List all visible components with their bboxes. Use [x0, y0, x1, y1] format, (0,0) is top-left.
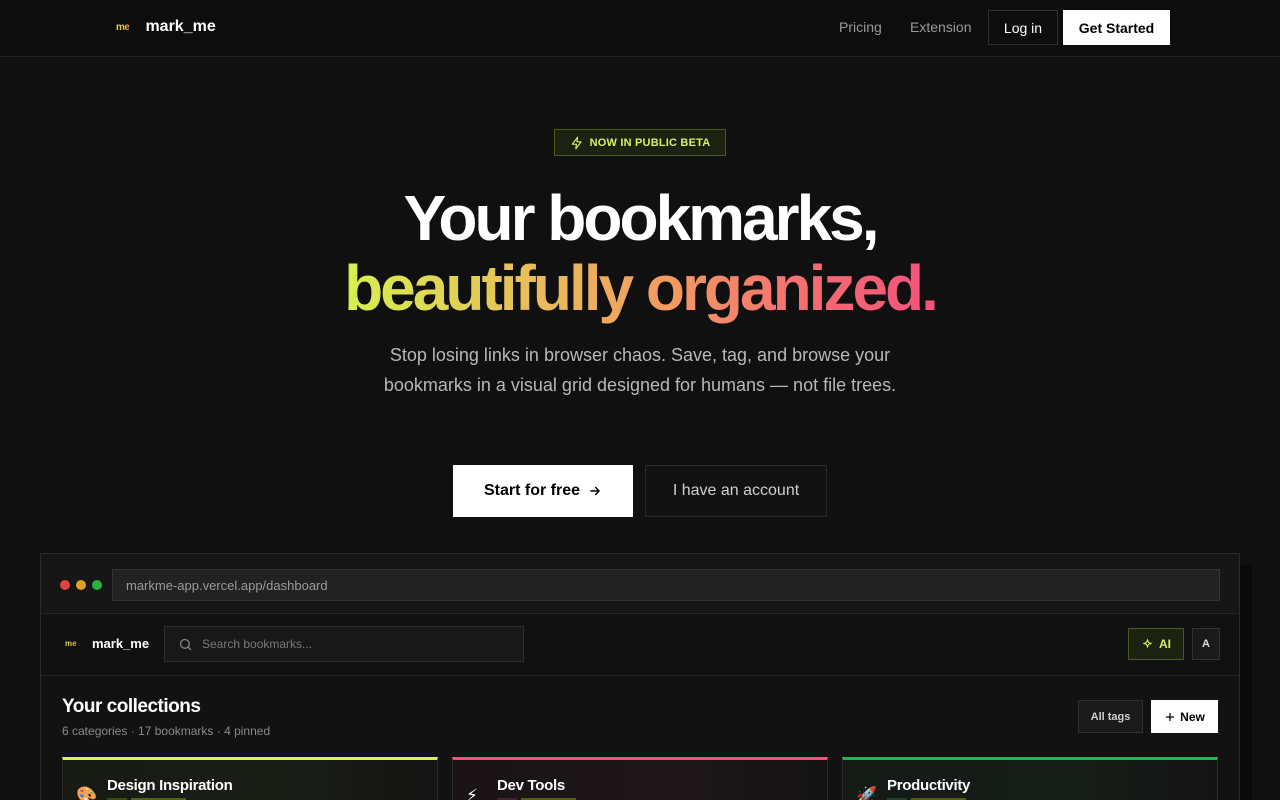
- all-tags-button[interactable]: All tags: [1078, 700, 1143, 733]
- hero-title-line2: beautifully organized.: [0, 252, 1280, 324]
- hero-title-line1: Your bookmarks,: [403, 182, 879, 254]
- search-input[interactable]: Search bookmarks...: [164, 626, 524, 662]
- collections-meta: 6 categories · 17 bookmarks · 4 pinned: [62, 724, 271, 738]
- browser-chrome-bar: markme-app.vercel.app/dashboard: [41, 554, 1239, 614]
- ai-button-label: AI: [1159, 637, 1171, 651]
- collection-card[interactable]: 🚀 Productivity: [842, 757, 1218, 800]
- palette-icon: 🎨: [76, 786, 98, 800]
- lightning-icon: [571, 136, 582, 149]
- plus-icon: [1166, 712, 1175, 721]
- beta-badge-label: NOW IN PUBLIC BETA: [589, 136, 711, 149]
- get-started-button[interactable]: Get Started: [1063, 10, 1170, 45]
- collection-card-name: Design Inspiration: [107, 777, 233, 794]
- avatar[interactable]: A: [1192, 628, 1220, 660]
- lightning-icon: ⚡: [466, 786, 478, 800]
- start-for-free-button[interactable]: Start for free: [453, 465, 633, 517]
- rocket-icon: 🚀: [856, 786, 878, 800]
- collections-title: Your collections: [62, 696, 201, 717]
- ai-button[interactable]: AI: [1128, 628, 1184, 660]
- search-placeholder: Search bookmarks...: [202, 637, 313, 651]
- logo-mark: me: [116, 21, 130, 33]
- preview-shadow: [1238, 565, 1252, 800]
- hero-subtitle: Stop losing links in browser chaos. Save…: [383, 345, 897, 395]
- have-account-button[interactable]: I have an account: [645, 465, 827, 517]
- sparkle-icon: [1143, 638, 1152, 648]
- logo-text: mark_me: [145, 18, 216, 35]
- collection-card-name: Productivity: [887, 777, 971, 794]
- app-header: me mark_me Search bookmarks... AI A: [41, 614, 1239, 676]
- url-bar: markme-app.vercel.app/dashboard: [112, 569, 1220, 601]
- new-button-label: New: [1180, 709, 1205, 724]
- arrow-right-icon: [590, 486, 600, 496]
- brand-logo[interactable]: me mark_me: [116, 18, 216, 36]
- nav-link-extension[interactable]: Extension: [910, 19, 971, 35]
- login-button[interactable]: Log in: [988, 10, 1058, 45]
- nav-link-pricing[interactable]: Pricing: [839, 19, 882, 35]
- start-for-free-label: Start for free: [483, 482, 581, 499]
- collection-card[interactable]: 🎨 Design Inspiration: [62, 757, 438, 800]
- app-logo-mark: me: [65, 639, 77, 648]
- app-preview-window: markme-app.vercel.app/dashboard me mark_…: [40, 553, 1240, 800]
- new-collection-button[interactable]: New: [1151, 700, 1218, 733]
- hero-title-gradient-text: beautifully organized.: [344, 252, 939, 324]
- window-close-dot: [60, 580, 70, 590]
- collection-card[interactable]: ⚡ Dev Tools: [452, 757, 828, 800]
- collection-card-name: Dev Tools: [497, 777, 565, 794]
- top-nav: me mark_me Pricing Extension Log in Get …: [0, 0, 1280, 57]
- beta-badge: NOW IN PUBLIC BETA: [554, 129, 726, 156]
- search-icon: [179, 638, 192, 650]
- app-logo-text: mark_me: [92, 636, 150, 651]
- window-minimize-dot: [76, 580, 86, 590]
- window-maximize-dot: [92, 580, 102, 590]
